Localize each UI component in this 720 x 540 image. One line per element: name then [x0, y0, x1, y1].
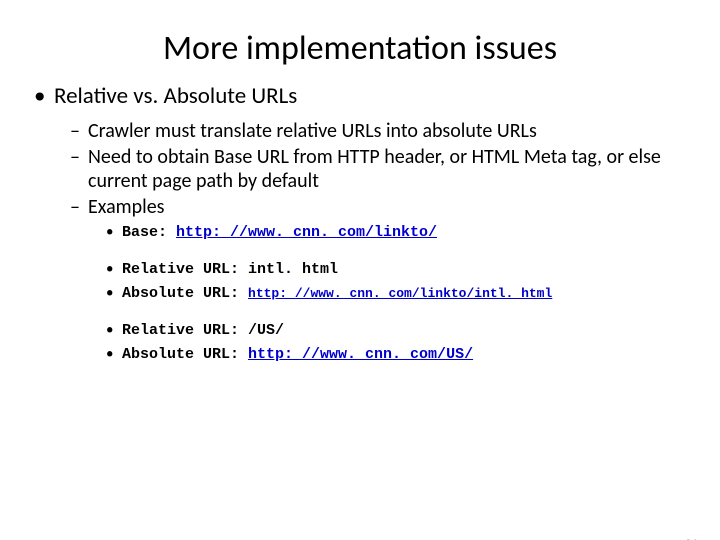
bullet-lvl2: Need to obtain Base URL from HTTP header… [28, 145, 692, 193]
example-relative: Relative URL: /US/ [28, 321, 692, 341]
slide-content: Relative vs. Absolute URLs Crawler must … [0, 83, 720, 364]
base-url-link[interactable]: http: //www. cnn. com/linkto/ [176, 224, 437, 241]
value: intl. html [248, 261, 338, 278]
slide-title: More implementation issues [0, 28, 720, 69]
label: Base: [122, 224, 176, 241]
example-base: Base: http: //www. cnn. com/linkto/ [28, 223, 692, 243]
label: Relative URL: [122, 322, 248, 339]
example-absolute: Absolute URL: http: //www. cnn. com/US/ [28, 345, 692, 365]
bullet-lvl2: Crawler must translate relative URLs int… [28, 119, 692, 143]
example-absolute: Absolute URL: http: //www. cnn. com/link… [28, 284, 692, 304]
bullet-lvl1: Relative vs. Absolute URLs [28, 83, 692, 111]
value: /US/ [248, 322, 284, 339]
example-relative: Relative URL: intl. html [28, 260, 692, 280]
bullet-lvl2: Examples [28, 195, 692, 219]
label: Relative URL: [122, 261, 248, 278]
slide: More implementation issues Relative vs. … [0, 28, 720, 540]
absolute-url-link[interactable]: http: //www. cnn. com/linkto/intl. html [248, 286, 552, 301]
label: Absolute URL: [122, 346, 248, 363]
label: Absolute URL: [122, 285, 248, 302]
absolute-url-link[interactable]: http: //www. cnn. com/US/ [248, 346, 473, 363]
